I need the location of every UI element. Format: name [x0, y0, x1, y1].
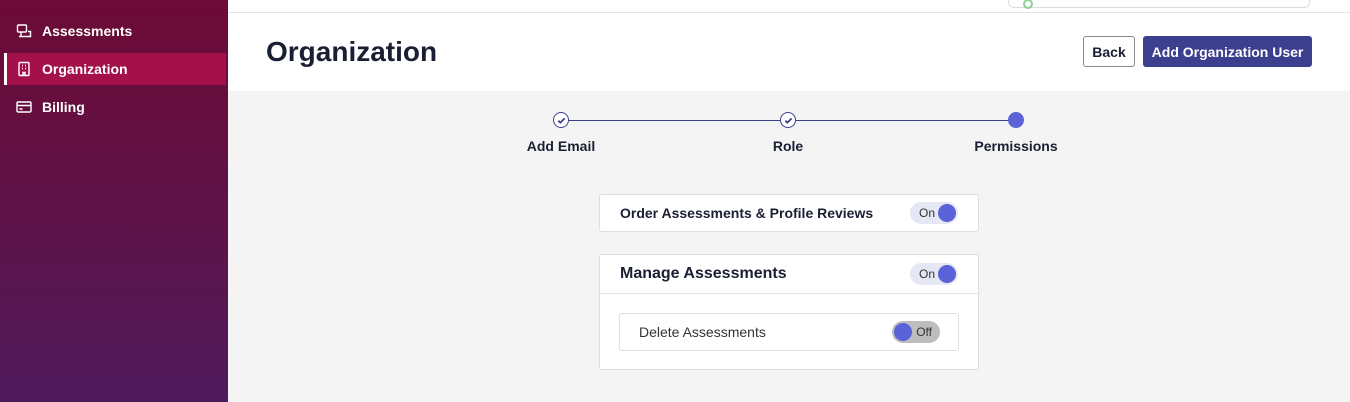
step-label-add-email: Add Email: [526, 138, 596, 154]
permission-card-order: Order Assessments & Profile Reviews On: [599, 194, 979, 232]
manage-assessments-toggle[interactable]: On: [910, 263, 958, 285]
delete-assessments-toggle[interactable]: Off: [892, 321, 940, 343]
page-title: Organization: [266, 36, 438, 67]
toggle-knob: [938, 265, 956, 283]
sidebar-item-billing[interactable]: Billing: [4, 91, 226, 123]
sidebar-item-label: Billing: [42, 99, 85, 115]
building-icon: [16, 61, 32, 77]
stepper-connector: [796, 120, 1009, 121]
add-organization-user-button[interactable]: Add Organization User: [1143, 36, 1312, 67]
toggle-knob: [894, 323, 912, 341]
permission-label: Manage Assessments: [620, 265, 787, 282]
permission-card-manage: Manage Assessments On Delete Assessments…: [599, 254, 979, 370]
check-icon: [557, 117, 565, 124]
sub-permission-label: Delete Assessments: [639, 324, 766, 340]
toggle-state-label: Off: [916, 325, 932, 339]
sidebar-item-label: Assessments: [42, 23, 133, 39]
back-button[interactable]: Back: [1083, 36, 1135, 67]
page-header: Organization Back Add Organization User: [228, 0, 1350, 91]
sidebar-item-label: Organization: [42, 61, 128, 77]
header-divider: [228, 12, 1350, 13]
step-node-add-email: [553, 112, 569, 128]
toggle-knob: [938, 204, 956, 222]
credit-card-icon: [16, 99, 32, 115]
step-label-role: Role: [772, 138, 804, 154]
card-divider: [600, 293, 978, 294]
status-dot-icon: [1023, 0, 1033, 9]
check-icon: [784, 117, 792, 124]
permission-label: Order Assessments & Profile Reviews: [620, 205, 874, 221]
sidebar-item-peek: [16, 0, 116, 2]
stepper-connector: [568, 120, 781, 121]
order-assessments-toggle[interactable]: On: [910, 202, 958, 224]
sidebar-item-assessments[interactable]: Assessments: [4, 15, 226, 47]
sidebar-item-organization[interactable]: Organization: [4, 53, 226, 85]
search-field-peek[interactable]: [1008, 0, 1310, 9]
sub-permission-delete: Delete Assessments Off: [619, 313, 959, 351]
step-label-permissions: Permissions: [974, 138, 1058, 154]
sidebar: Assessments Organization Billing: [0, 0, 228, 402]
toggle-state-label: On: [919, 267, 936, 281]
step-node-permissions: [1008, 112, 1024, 128]
assessments-icon: [16, 23, 32, 39]
step-node-role: [780, 112, 796, 128]
toggle-state-label: On: [919, 206, 936, 220]
